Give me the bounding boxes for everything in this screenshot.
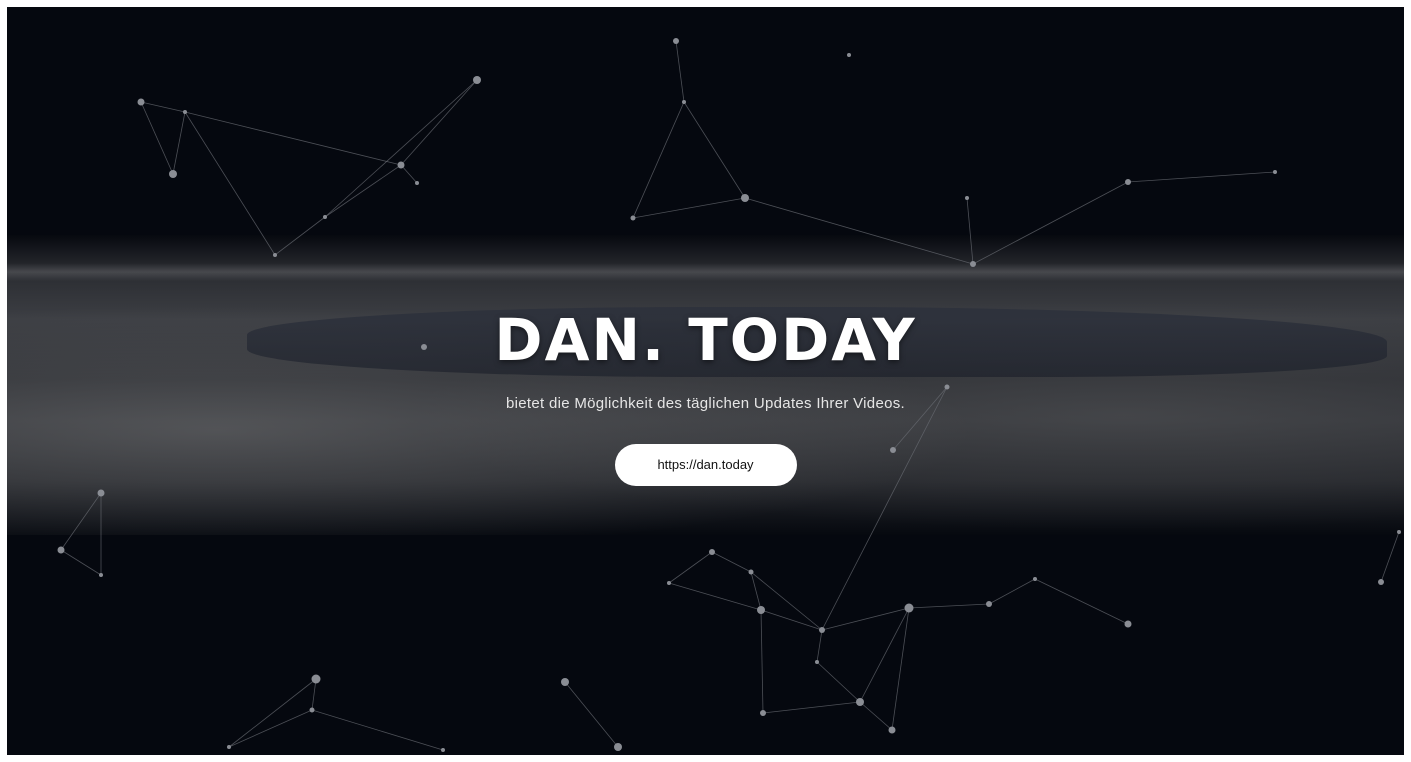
network-node <box>760 710 766 716</box>
network-node <box>137 98 145 106</box>
network-node <box>169 170 177 178</box>
network-line <box>750 571 823 631</box>
network-line <box>1127 171 1276 183</box>
network-node <box>630 215 636 221</box>
network-node <box>323 215 327 219</box>
network-line <box>668 582 762 611</box>
network-node <box>415 181 419 185</box>
network-node <box>614 743 622 751</box>
network-line <box>972 181 1129 265</box>
network-node <box>709 549 715 555</box>
network-node <box>856 698 864 706</box>
network-line <box>632 101 685 219</box>
network-node <box>397 161 405 169</box>
network-line <box>311 709 444 751</box>
network-node <box>97 489 105 497</box>
website-link-button[interactable]: https://dan.today <box>614 444 797 486</box>
network-node <box>819 627 825 633</box>
network-line <box>908 603 990 609</box>
network-line <box>400 79 478 166</box>
network-node <box>741 194 749 202</box>
network-line <box>228 709 313 748</box>
network-line <box>60 492 102 551</box>
network-node <box>815 660 819 664</box>
network-line <box>859 701 893 731</box>
network-line <box>400 164 418 184</box>
network-node <box>673 38 679 44</box>
network-line <box>762 701 861 714</box>
network-line <box>711 551 752 573</box>
network-line <box>564 681 619 748</box>
network-node <box>970 261 976 267</box>
network-node <box>667 581 671 585</box>
network-line <box>172 111 186 175</box>
network-line <box>228 678 317 748</box>
network-line <box>859 607 910 703</box>
network-node <box>1397 530 1401 534</box>
network-line <box>760 609 823 631</box>
network-node <box>1033 577 1037 581</box>
network-line <box>816 661 861 703</box>
network-line <box>184 111 276 256</box>
network-node <box>99 573 103 577</box>
network-line <box>324 79 478 218</box>
network-node <box>441 748 445 752</box>
network-node <box>273 253 277 257</box>
network-node <box>1273 170 1277 174</box>
hero-banner: DAN. TODAY bietet die Möglichkeit des tä… <box>7 7 1404 755</box>
network-line <box>140 101 174 175</box>
network-node <box>1124 620 1132 628</box>
network-node <box>682 100 686 104</box>
network-line <box>311 678 317 711</box>
network-line <box>140 101 186 113</box>
network-line <box>821 607 910 631</box>
network-node <box>757 606 765 614</box>
network-line <box>744 197 974 265</box>
network-node <box>888 726 896 734</box>
network-node <box>309 707 315 713</box>
network-node <box>986 601 992 607</box>
network-line <box>60 549 102 576</box>
network-line <box>988 578 1036 605</box>
network-node <box>847 53 851 57</box>
hero-content: DAN. TODAY bietet die Möglichkeit des tä… <box>7 307 1404 486</box>
network-node <box>311 674 321 684</box>
network-line <box>324 164 402 218</box>
network-line <box>891 607 910 731</box>
network-line <box>668 551 713 584</box>
network-node <box>904 603 914 613</box>
network-line <box>750 571 762 611</box>
network-node <box>1378 579 1384 585</box>
network-line <box>184 111 402 166</box>
network-line <box>1034 578 1129 625</box>
network-line <box>816 629 823 663</box>
network-node <box>473 76 481 84</box>
network-line <box>760 609 764 714</box>
network-node <box>561 678 569 686</box>
network-line <box>632 197 746 219</box>
network-line <box>1380 531 1400 583</box>
network-node <box>748 569 754 575</box>
network-line <box>274 216 326 256</box>
network-line <box>683 101 746 199</box>
network-node <box>183 110 187 114</box>
network-node <box>57 546 65 554</box>
network-line <box>675 40 685 103</box>
network-node <box>1125 179 1131 185</box>
hero-title: DAN. TODAY <box>494 306 917 374</box>
network-node <box>227 745 231 749</box>
network-node <box>965 196 969 200</box>
network-line <box>966 197 974 265</box>
hero-subtitle: bietet die Möglichkeit des täglichen Upd… <box>505 395 905 412</box>
